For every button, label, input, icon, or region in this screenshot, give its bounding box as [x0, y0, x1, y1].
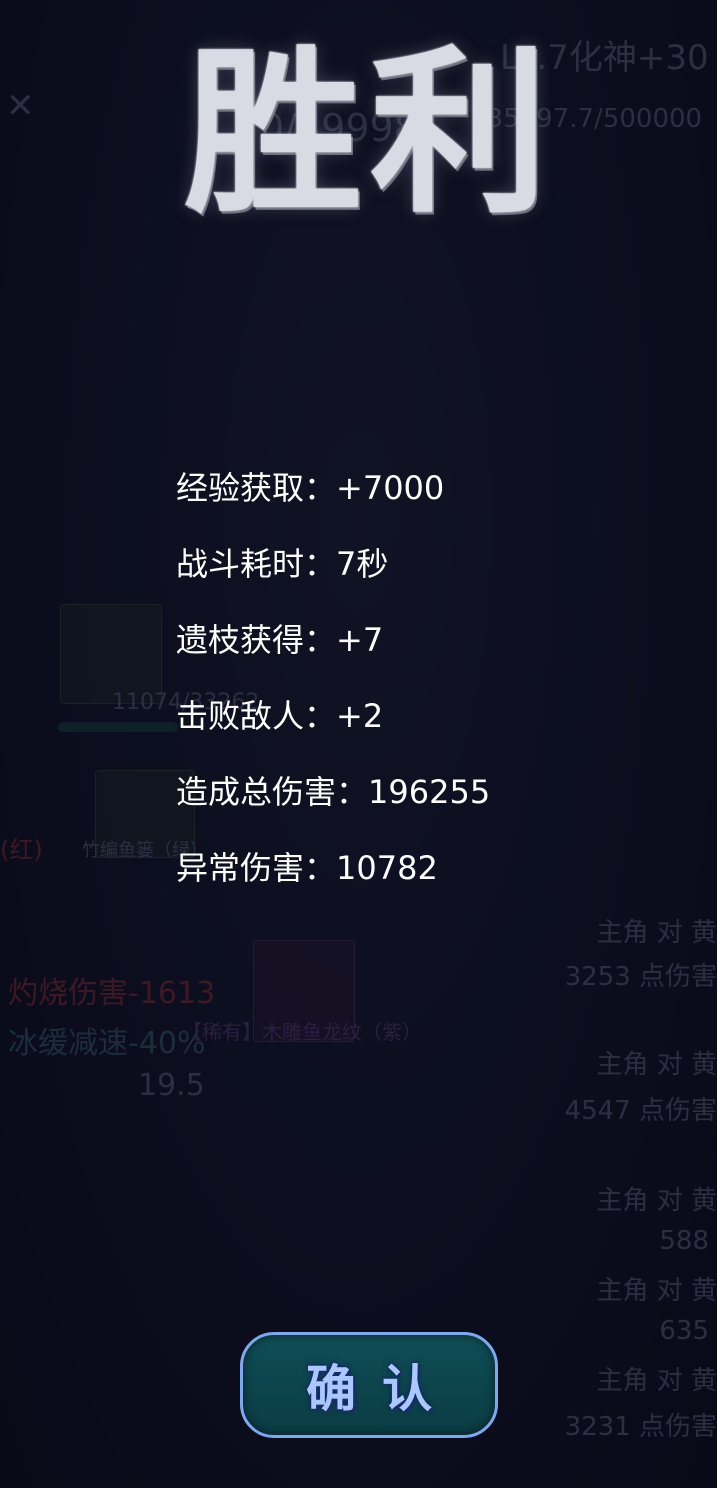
stat-label: 异常伤害：	[176, 849, 337, 887]
stat-total-damage: 造成总伤害：196255	[176, 772, 490, 812]
stat-enemies-defeated: 击败敌人：+2	[176, 696, 383, 736]
stat-value: +7000	[336, 469, 445, 507]
stat-label: 战斗耗时：	[176, 545, 337, 583]
confirm-button[interactable]: 确认	[240, 1332, 498, 1438]
stat-exp: 经验获取：+7000	[176, 468, 444, 508]
stat-status-damage: 异常伤害：10782	[176, 848, 438, 888]
stat-branches: 遗枝获得：+7	[176, 620, 383, 660]
stat-label: 造成总伤害：	[176, 773, 369, 811]
stat-value: +7	[336, 621, 384, 659]
confirm-label: 确认	[306, 1360, 458, 1418]
stat-battle-time: 战斗耗时：7秒	[176, 544, 388, 584]
stat-value: 10782	[336, 849, 438, 887]
stat-label: 经验获取：	[176, 469, 337, 507]
stat-value: 7秒	[336, 545, 389, 583]
stat-value: +2	[336, 697, 384, 735]
stat-label: 遗枝获得：	[176, 621, 337, 659]
victory-title: 胜利	[184, 28, 556, 237]
stat-label: 击败敌人：	[176, 697, 337, 735]
stat-value: 196255	[368, 773, 491, 811]
